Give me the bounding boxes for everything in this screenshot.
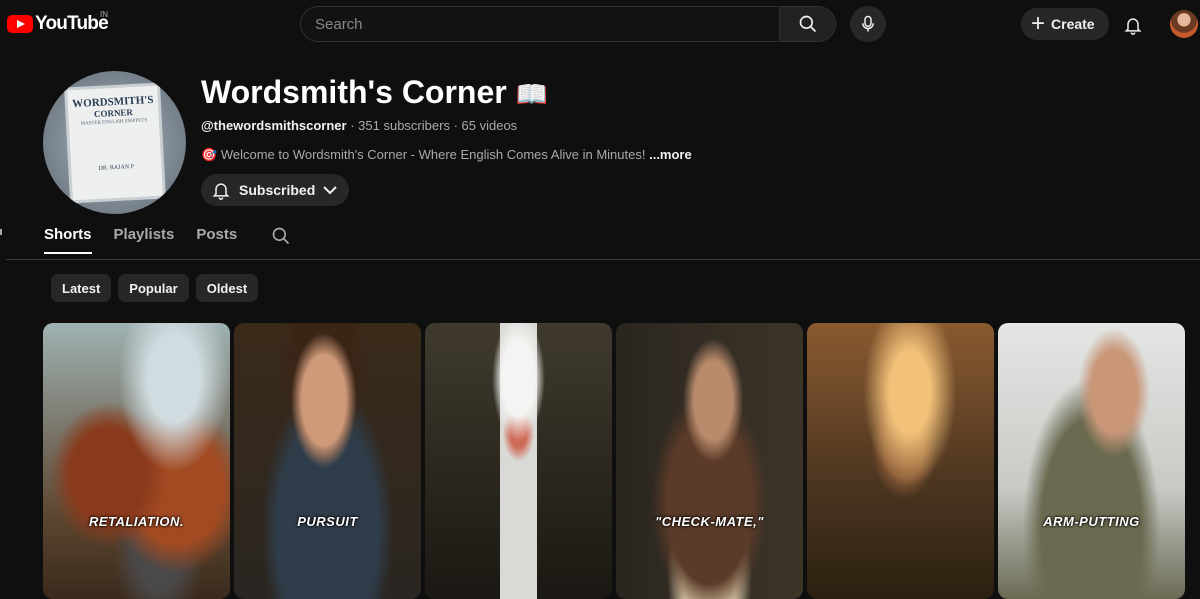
short-caption: RETALIATION. [88,514,185,529]
bell-icon [1124,18,1142,35]
notifications-button[interactable] [1120,12,1146,38]
youtube-logo[interactable]: YouTube IN [7,10,109,35]
description-text: Welcome to Wordsmith's Corner - Where En… [220,147,646,162]
channel-avatar: WORDSMITH'S CORNER MASTER ENGLISH SNIPPE… [43,71,186,214]
sort-chips: Latest Popular Oldest [51,274,265,302]
subscribed-label: Subscribed [239,182,316,198]
shorts-grid: RETALIATION. PURSUIT "CHECK-MATE," ARM-P… [43,323,1186,599]
create-label: Create [1051,16,1095,32]
short-caption: "CHECK-MATE," [655,514,764,529]
short-thumbnail-dog[interactable] [807,323,994,599]
edge-marker [0,229,2,235]
youtube-play-icon [7,15,33,33]
book-emoji-icon: 📖 [515,79,548,109]
channel-description[interactable]: 🎯 Welcome to Wordsmith's Corner - Where … [201,147,692,163]
tab-posts[interactable]: Posts [196,226,237,252]
short-thumbnail-soldier[interactable]: ARM-PUTTING [998,323,1185,599]
meta-separator: · [350,118,359,133]
target-emoji-icon: 🎯 [201,147,218,162]
short-thumbnail-pursuit[interactable]: PURSUIT [234,323,421,599]
channel-name-text: Wordsmith's Corner [201,74,507,110]
bell-icon [212,183,230,200]
subscriber-count: 351 subscribers [358,118,450,133]
voice-search-button[interactable] [850,6,886,42]
chip-latest[interactable]: Latest [51,274,112,302]
short-caption: ARM-PUTTING [1043,514,1140,529]
chip-oldest[interactable]: Oldest [195,274,259,302]
channel-meta: @thewordsmithscorner · 351 subscribers ·… [201,118,517,133]
microphone-icon [862,15,874,32]
video-count: 65 videos [461,118,518,133]
channel-tabs: Shorts Playlists Posts [44,226,291,260]
search-button[interactable] [779,6,836,42]
tabs-divider [6,259,1200,260]
plus-icon: + [1031,10,1046,37]
search-icon [272,227,290,245]
meta-separator: · [453,118,462,133]
create-button[interactable]: + Create [1021,8,1109,40]
search-icon [799,15,816,33]
short-thumbnail-roosters[interactable]: RETALIATION. [43,323,230,599]
search-bar: Search [300,6,836,42]
subscribed-button[interactable]: Subscribed [201,174,350,206]
short-thumbnail-swan[interactable] [425,323,612,599]
account-avatar[interactable] [1170,10,1198,38]
search-input[interactable]: Search [300,6,779,42]
short-caption: PURSUIT [297,514,358,529]
channel-search-button[interactable] [271,226,291,251]
chevron-down-icon [323,186,337,195]
country-code: IN [100,10,108,19]
tab-playlists[interactable]: Playlists [114,226,175,252]
channel-handle: @thewordsmithscorner [201,118,347,133]
short-thumbnail-checkmate[interactable]: "CHECK-MATE," [616,323,803,599]
more-link[interactable]: ...more [649,147,692,162]
chip-popular[interactable]: Popular [118,274,189,302]
tab-shorts[interactable]: Shorts [44,226,92,254]
channel-name: Wordsmith's Corner 📖 [201,74,548,111]
top-bar: YouTube IN Search + Create [0,0,1200,50]
avatar-line: DR. RAJAN P [98,164,135,172]
channel-avatar-book: WORDSMITH'S CORNER MASTER ENGLISH SNIPPE… [64,82,166,204]
logo-text: YouTube [35,13,109,34]
